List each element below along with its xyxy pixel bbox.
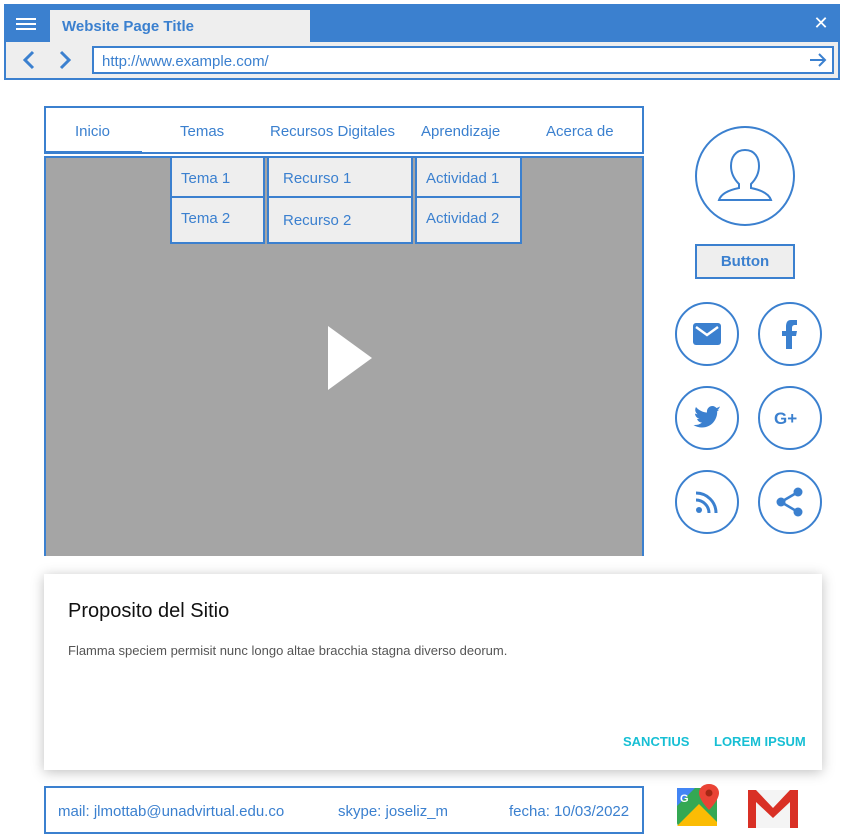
dropdown-label: Actividad 1 — [426, 170, 500, 187]
svg-text:G+: G+ — [774, 409, 797, 428]
facebook-icon[interactable] — [758, 302, 822, 366]
url-input[interactable]: http://www.example.com/ — [92, 46, 834, 74]
footer-fecha: fecha: 10/03/2022 — [509, 803, 630, 820]
url-text: http://www.example.com/ — [102, 53, 269, 70]
gmail-icon[interactable] — [748, 788, 798, 828]
google-plus-icon[interactable]: G+ — [758, 386, 822, 450]
dropdown-item-tema-1[interactable]: Tema 1 — [170, 156, 265, 198]
dropdown-item-recurso-2[interactable]: Recurso 2 — [267, 196, 413, 244]
hamburger-menu-icon[interactable] — [16, 15, 36, 33]
dropdown-label: Tema 1 — [181, 170, 231, 187]
browser-tab[interactable]: Website Page Title — [50, 10, 310, 42]
nav-item-aprendizaje[interactable]: Aprendizaje — [421, 123, 500, 140]
dropdown-item-actividad-1[interactable]: Actividad 1 — [415, 156, 522, 198]
card-text: Flamma speciem permisit nunc longo altae… — [68, 643, 508, 658]
user-icon — [717, 148, 773, 201]
svg-text:G: G — [680, 793, 689, 805]
forward-arrow-icon[interactable] — [54, 48, 76, 72]
mail-icon[interactable] — [675, 302, 739, 366]
nav-item-recursos-digitales[interactable]: Recursos Digitales — [270, 123, 395, 140]
sidebar-button[interactable]: Button — [695, 244, 795, 279]
footer: mail: jlmottab@unadvirtual.edu.co skype:… — [44, 786, 644, 834]
avatar[interactable] — [695, 126, 795, 226]
footer-mail: mail: jlmottab@unadvirtual.edu.co — [58, 803, 285, 820]
share-icon[interactable] — [758, 470, 822, 534]
dropdown-item-tema-2[interactable]: Tema 2 — [170, 196, 265, 244]
dropdown-label: Actividad 2 — [426, 210, 500, 227]
address-toolbar: http://www.example.com/ — [6, 42, 838, 78]
nav-item-temas[interactable]: Temas — [180, 123, 224, 140]
play-icon[interactable] — [328, 326, 372, 390]
dropdown-item-recurso-1[interactable]: Recurso 1 — [267, 156, 413, 198]
title-bar: Website Page Title ✕ — [6, 6, 838, 42]
browser-window: Website Page Title ✕ http://www.example.… — [4, 4, 840, 80]
dropdown-label: Tema 2 — [181, 210, 231, 227]
footer-skype: skype: joseliz_m — [338, 803, 449, 820]
site-navigation: Inicio Temas Recursos Digitales Aprendiz… — [44, 106, 644, 154]
sanctius-button[interactable]: SANCTIUS — [623, 734, 689, 749]
rss-icon[interactable] — [675, 470, 739, 534]
dropdown-label: Recurso 1 — [283, 170, 352, 187]
back-arrow-icon[interactable] — [18, 48, 40, 72]
card-title: Proposito del Sitio — [68, 600, 230, 622]
twitter-icon[interactable] — [675, 386, 739, 450]
lorem-ipsum-button[interactable]: LOREM IPSUM — [714, 734, 806, 749]
tab-title: Website Page Title — [62, 18, 194, 35]
go-arrow-icon[interactable] — [808, 50, 828, 70]
nav-item-inicio[interactable]: Inicio — [75, 123, 110, 140]
nav-item-acerca-de[interactable]: Acerca de — [546, 123, 614, 140]
purpose-card: Proposito del Sitio Flamma speciem permi… — [44, 574, 822, 770]
close-icon[interactable]: ✕ — [810, 12, 832, 34]
dropdown-label: Recurso 2 — [283, 212, 352, 229]
dropdown-item-actividad-2[interactable]: Actividad 2 — [415, 196, 522, 244]
active-tab-indicator — [46, 151, 142, 154]
google-maps-icon[interactable]: G — [677, 784, 721, 828]
